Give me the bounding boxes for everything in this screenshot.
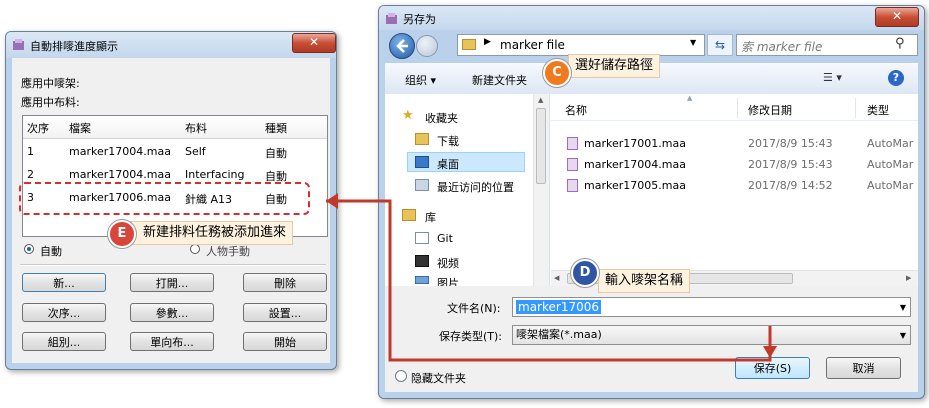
connector-arrow [326, 193, 777, 362]
